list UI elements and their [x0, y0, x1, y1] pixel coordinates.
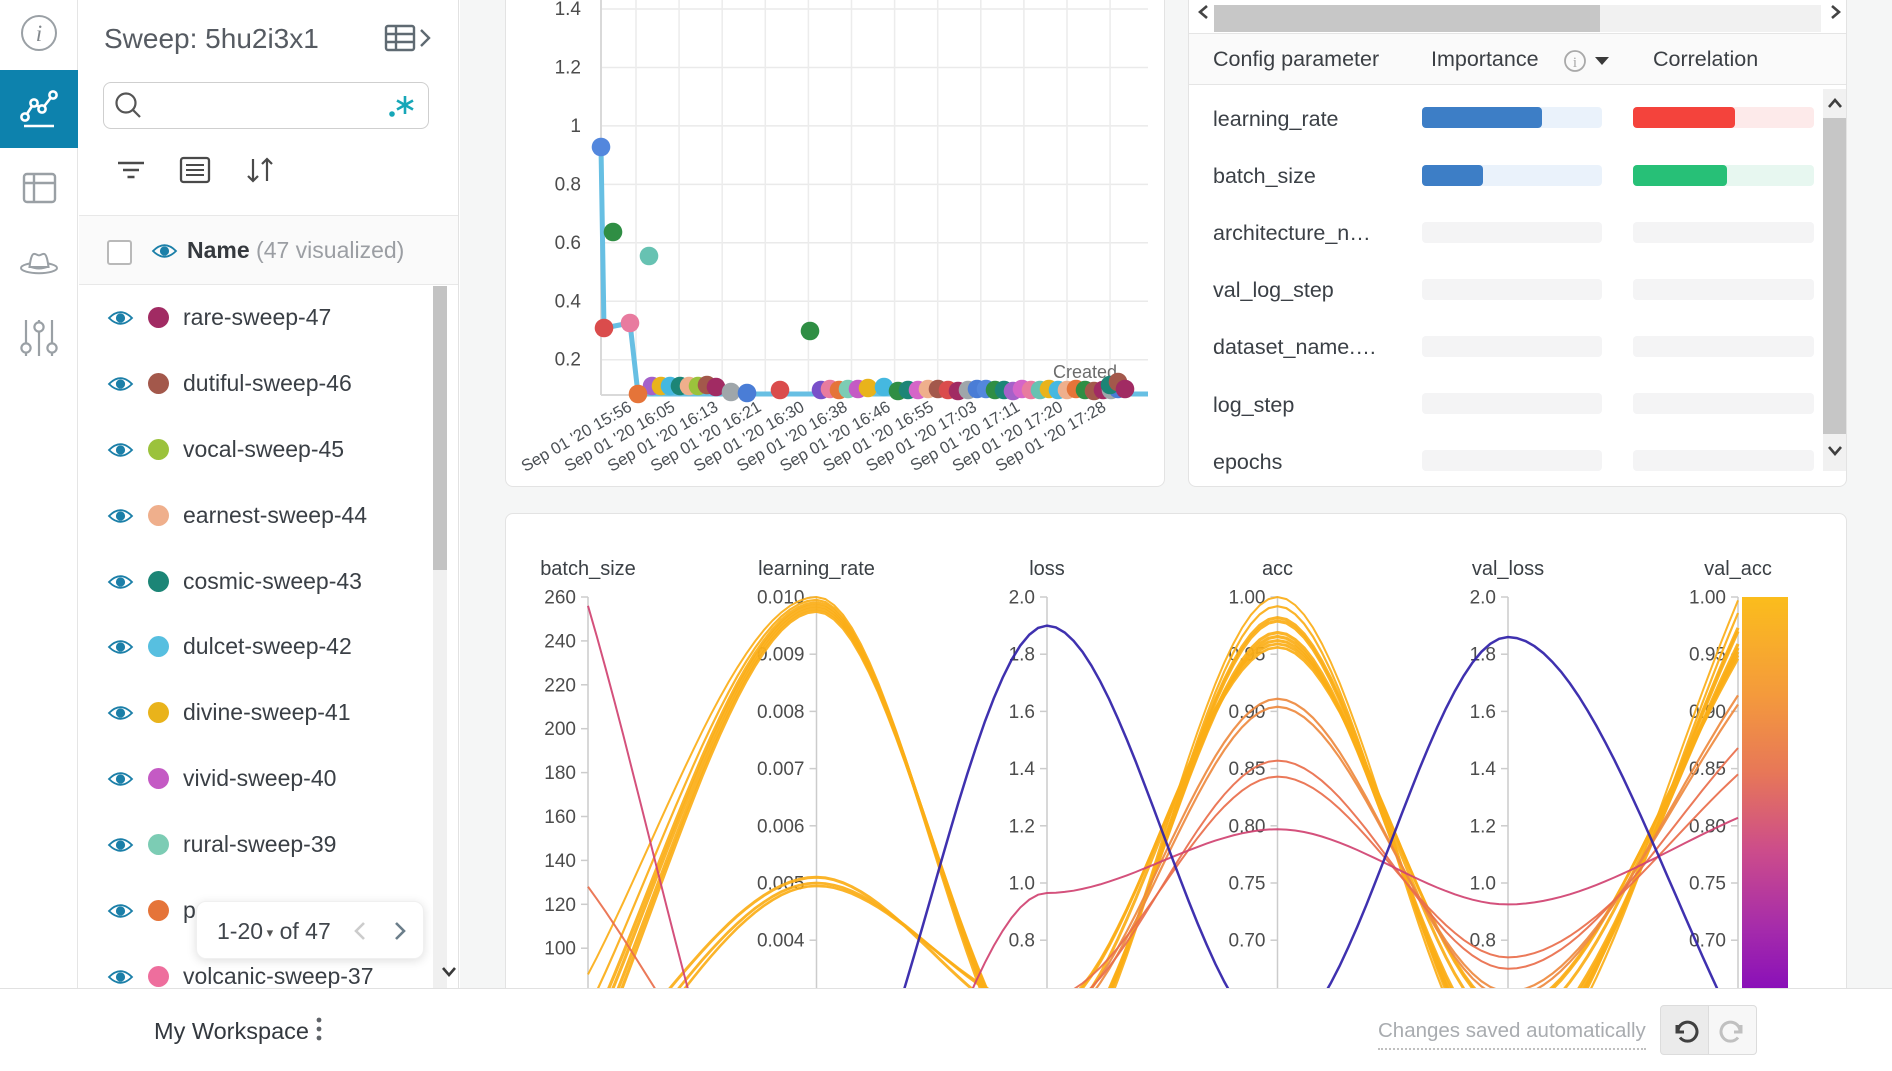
svg-text:val_loss: val_loss: [1472, 558, 1544, 580]
svg-text:2.0: 2.0: [1470, 588, 1496, 609]
svg-text:1.2: 1.2: [1470, 816, 1496, 837]
svg-text:100: 100: [544, 939, 576, 960]
svg-text:1.6: 1.6: [1470, 702, 1496, 723]
svg-text:i: i: [36, 21, 42, 46]
svg-text:0.6: 0.6: [555, 233, 581, 254]
svg-text:2.0: 2.0: [1009, 588, 1035, 609]
svg-text:1: 1: [570, 116, 581, 137]
svg-text:0.008: 0.008: [757, 702, 805, 723]
svg-text:1.4: 1.4: [1009, 759, 1036, 780]
svg-text:learning_rate: learning_rate: [758, 558, 875, 580]
svg-text:0.007: 0.007: [757, 759, 805, 780]
svg-text:acc: acc: [1262, 558, 1293, 580]
svg-text:0.004: 0.004: [757, 931, 805, 952]
svg-text:1.8: 1.8: [1009, 645, 1035, 666]
svg-text:160: 160: [544, 807, 576, 828]
svg-text:0.8: 0.8: [1009, 931, 1035, 952]
svg-text:220: 220: [544, 675, 576, 696]
svg-text:0.006: 0.006: [757, 816, 805, 837]
svg-text:1.2: 1.2: [555, 58, 581, 79]
svg-text:1.0: 1.0: [1470, 874, 1496, 895]
svg-text:120: 120: [544, 895, 576, 916]
svg-text:0.4: 0.4: [555, 291, 582, 312]
svg-text:1.6: 1.6: [1009, 702, 1035, 723]
svg-text:1.00: 1.00: [1689, 588, 1726, 609]
svg-text:0.70: 0.70: [1229, 931, 1266, 952]
svg-text:0.85: 0.85: [1229, 759, 1266, 780]
svg-text:240: 240: [544, 631, 576, 652]
svg-text:0.8: 0.8: [555, 174, 581, 195]
svg-text:1.0: 1.0: [1009, 874, 1035, 895]
svg-text:1.4: 1.4: [1470, 759, 1497, 780]
svg-text:loss: loss: [1029, 558, 1065, 580]
svg-text:0.80: 0.80: [1229, 816, 1266, 837]
svg-text:0.75: 0.75: [1229, 874, 1266, 895]
svg-text:200: 200: [544, 719, 576, 740]
svg-text:0.75: 0.75: [1689, 874, 1726, 895]
svg-text:260: 260: [544, 588, 576, 609]
svg-text:140: 140: [544, 851, 576, 872]
svg-text:0.8: 0.8: [1470, 931, 1496, 952]
svg-text:batch_size: batch_size: [540, 558, 636, 580]
svg-text:180: 180: [544, 763, 576, 784]
svg-text:0.2: 0.2: [555, 350, 581, 371]
svg-text:1.4: 1.4: [555, 0, 582, 20]
svg-text:i: i: [1573, 55, 1577, 71]
svg-text:1.2: 1.2: [1009, 816, 1035, 837]
svg-text:val_acc: val_acc: [1704, 558, 1772, 580]
